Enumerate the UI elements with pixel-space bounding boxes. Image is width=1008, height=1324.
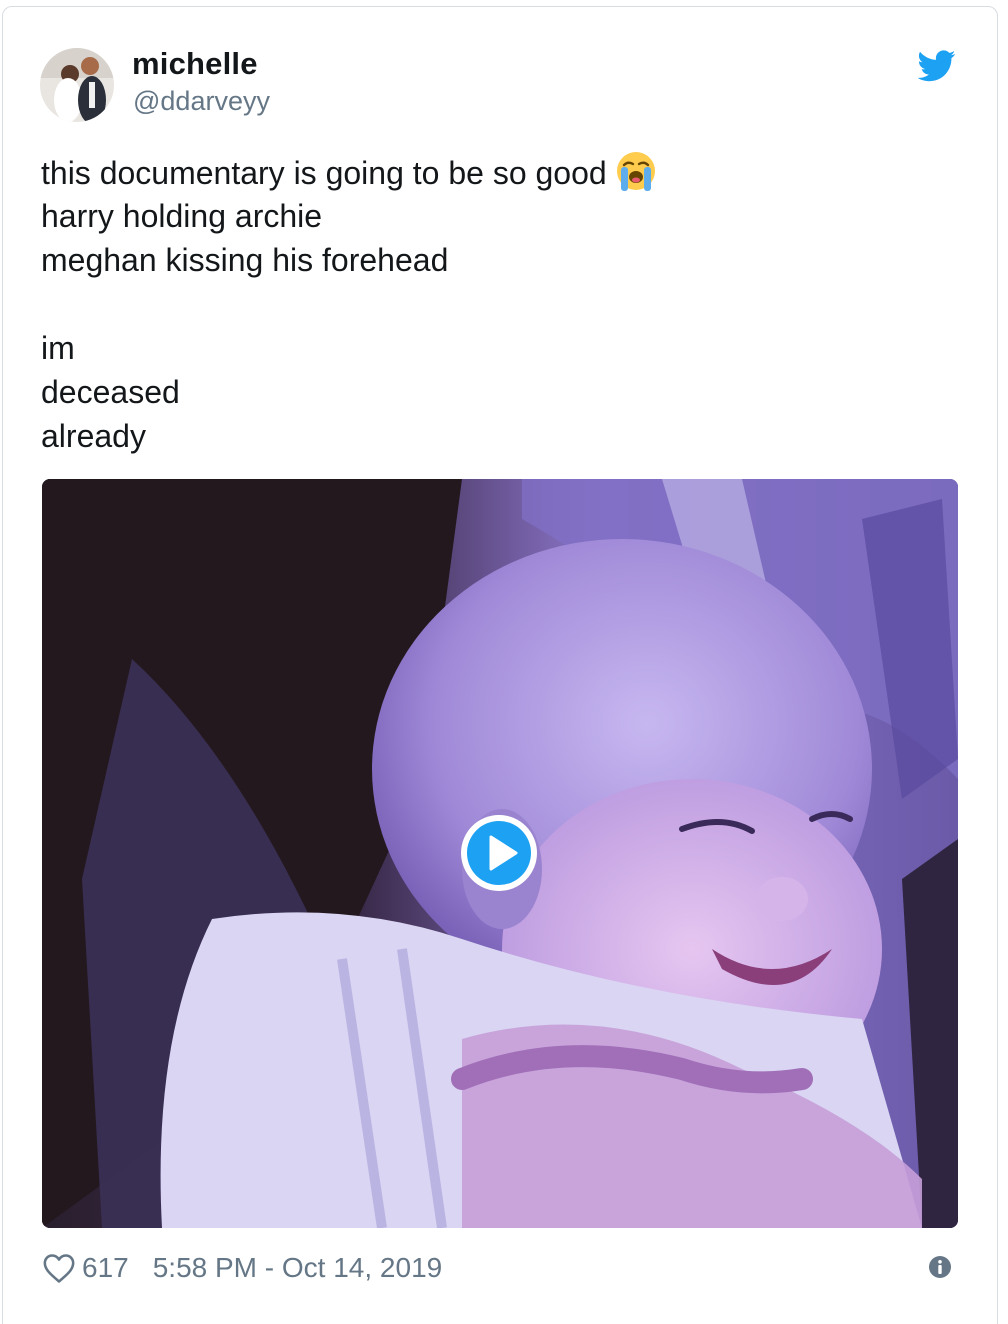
twitter-bird-icon[interactable] <box>918 50 956 82</box>
avatar-image <box>40 48 114 122</box>
heart-icon[interactable] <box>42 1252 76 1284</box>
loudly-crying-face-icon <box>616 152 655 191</box>
tweet-footer: 617 5:58 PM - Oct 14, 2019 <box>42 1248 442 1288</box>
tweet-text-line <box>41 282 961 326</box>
tweet-text-line: harry holding archie <box>41 198 323 234</box>
tweet-text-line: meghan kissing his forehead <box>41 242 449 278</box>
tweet-text-line: already <box>41 418 146 454</box>
user-handle[interactable]: @ddarveyy <box>133 86 270 117</box>
tweet-text: this documentary is going to be so good … <box>41 150 961 458</box>
display-name[interactable]: michelle <box>132 46 258 82</box>
info-icon[interactable] <box>928 1255 952 1279</box>
tweet-timestamp[interactable]: 5:58 PM - Oct 14, 2019 <box>153 1252 443 1284</box>
tweet-text-line: deceased <box>41 374 180 410</box>
like-count[interactable]: 617 <box>82 1252 129 1284</box>
play-icon[interactable] <box>459 813 539 893</box>
tweet-text-line: im <box>41 330 75 366</box>
avatar[interactable] <box>40 48 114 122</box>
tweet-text-line: this documentary is going to be so good <box>41 150 961 194</box>
